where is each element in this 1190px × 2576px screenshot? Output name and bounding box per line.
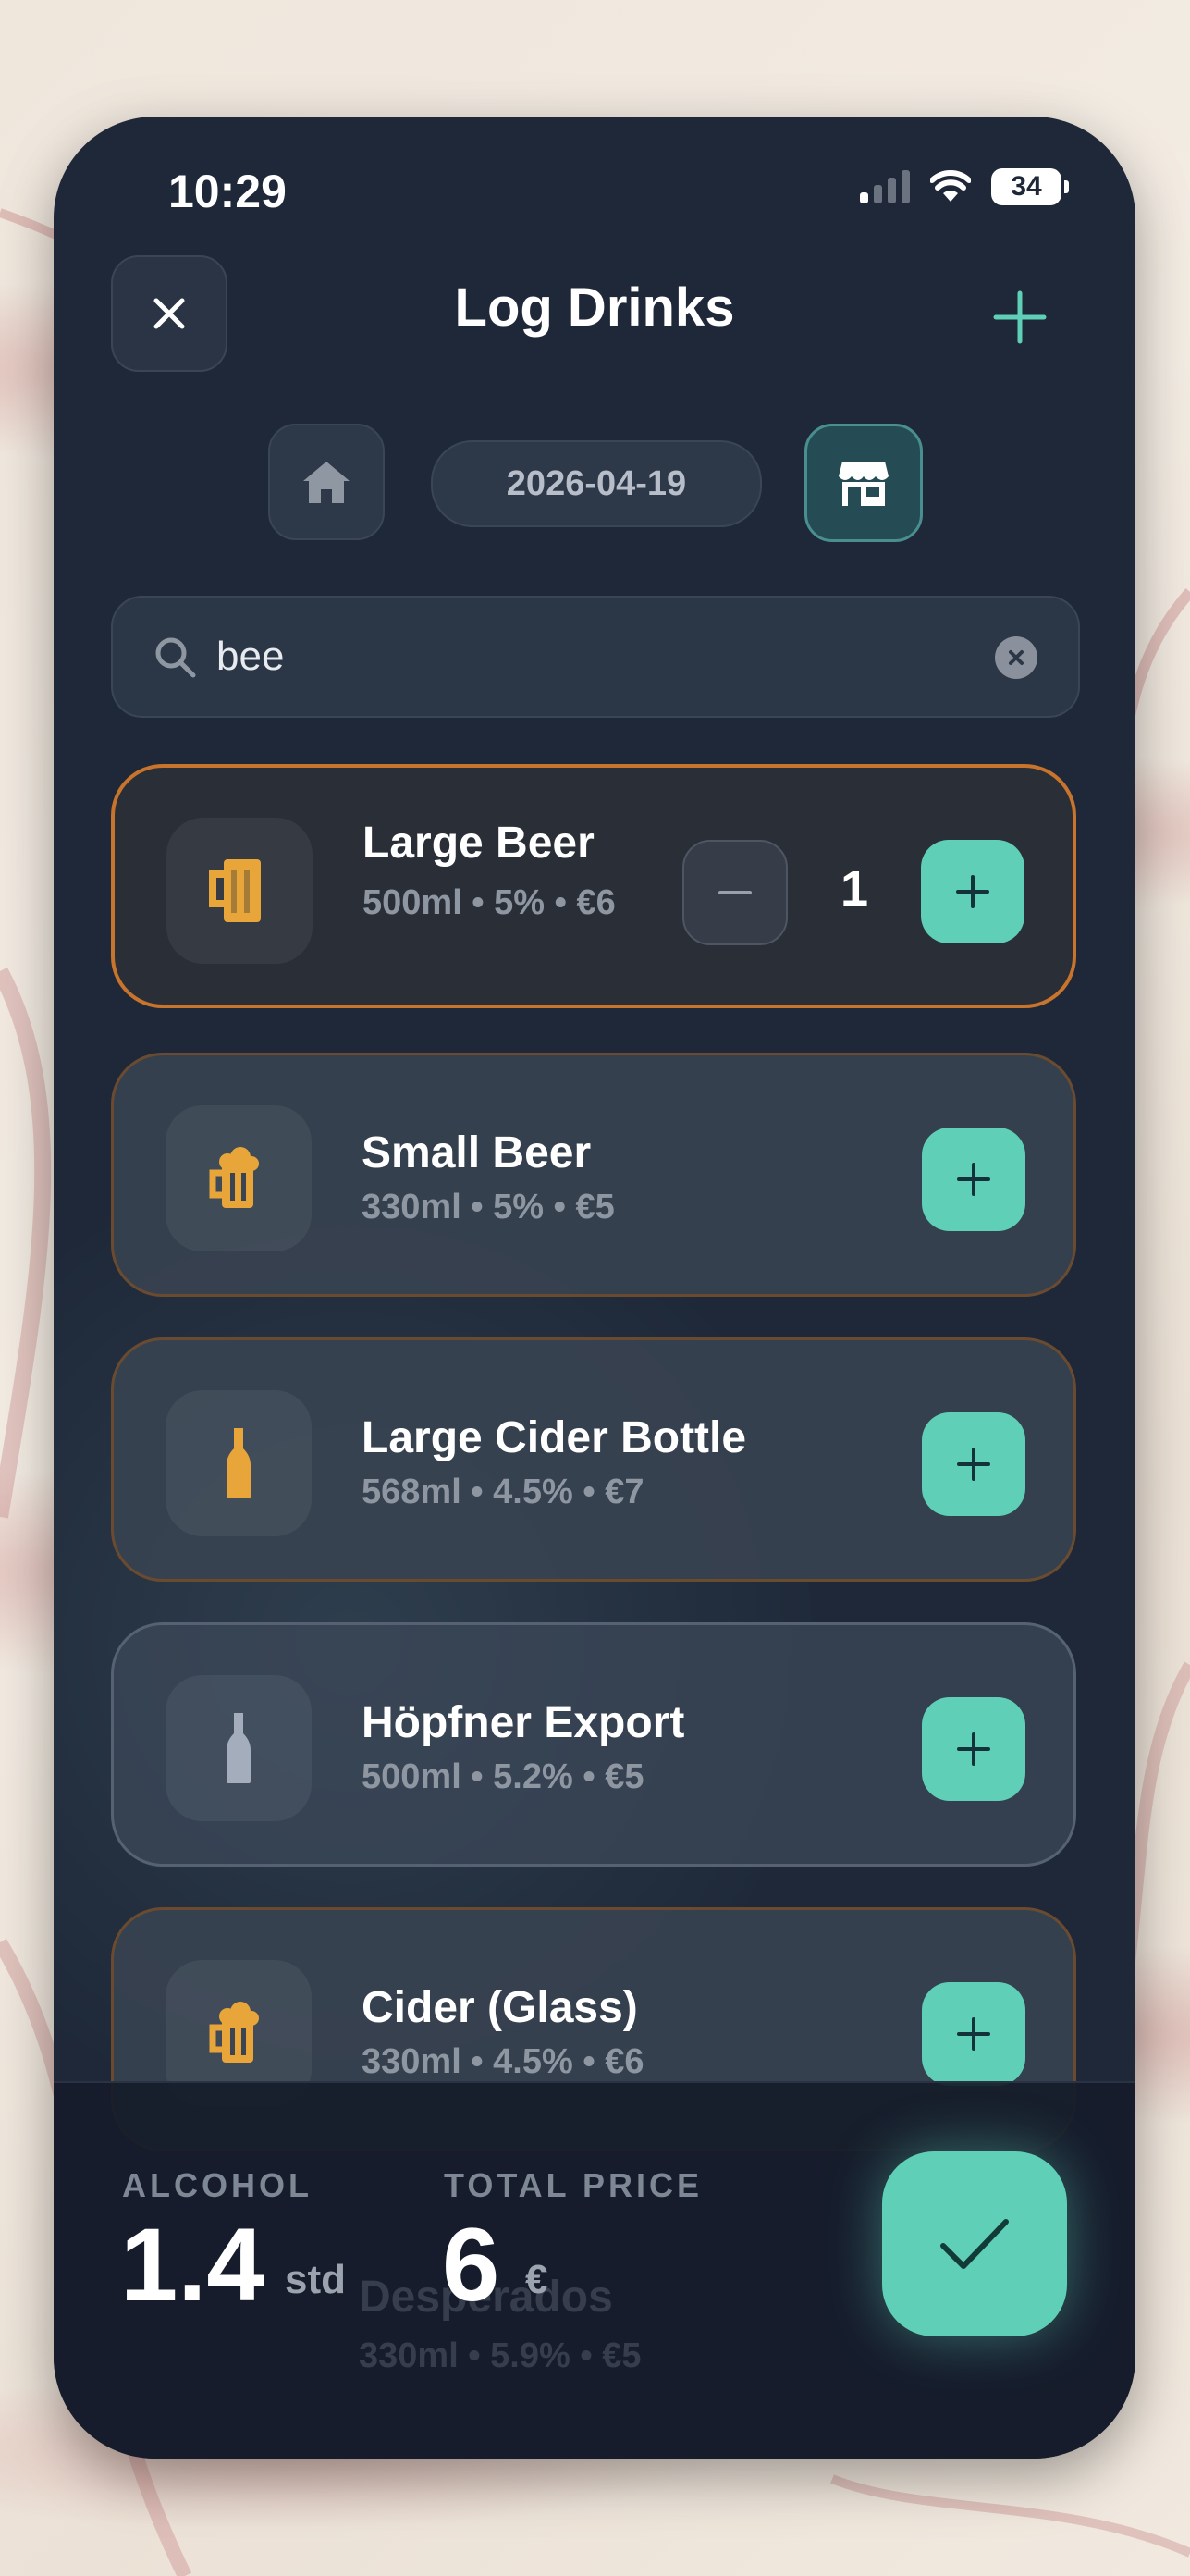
home-location-button[interactable] [268, 424, 385, 540]
add-drink-plus-button[interactable] [922, 1412, 1025, 1516]
increase-quantity-button[interactable] [921, 840, 1024, 943]
page-title: Log Drinks [454, 277, 735, 338]
store-icon [839, 462, 889, 506]
plus-icon [957, 1732, 990, 1766]
drink-name: Large Cider Bottle [362, 1413, 747, 1462]
total-price-label: TOTAL PRICE [444, 2166, 704, 2204]
total-price-unit: € [525, 2257, 548, 2302]
status-icons: 34 [860, 168, 1069, 205]
search-bar [111, 596, 1080, 718]
alcohol-label: ALCOHOL [122, 2166, 313, 2204]
add-drink-plus-button[interactable] [922, 1128, 1025, 1231]
search-icon [155, 637, 196, 678]
clear-search-button[interactable] [995, 636, 1037, 679]
foamy-beer-mug-icon [209, 2002, 259, 2063]
drink-item-large-beer[interactable]: Large Beer 500ml • 5% • €6 1 [111, 764, 1076, 1008]
quantity-value: 1 [840, 861, 869, 917]
clear-icon [1009, 650, 1024, 665]
phone-screen: 10:29 34 Log Drinks 2026-04-19 bee Large… [54, 117, 1135, 2459]
drink-details: 500ml • 5% • €6 [362, 883, 616, 922]
alcohol-unit: std [285, 2257, 346, 2302]
alcohol-value: 1.4 [120, 2207, 264, 2323]
plus-icon [956, 875, 989, 908]
battery-icon: 34 [991, 168, 1069, 205]
foamy-beer-mug-icon [209, 1147, 259, 1208]
drink-item-hopfner-export[interactable]: Höpfner Export 500ml • 5.2% • €5 [111, 1622, 1076, 1867]
plus-icon [957, 1163, 990, 1196]
minus-icon [718, 891, 752, 894]
signal-icon [860, 170, 910, 203]
drink-details: 330ml • 4.5% • €6 [362, 2042, 644, 2081]
drink-item-large-cider-bottle[interactable]: Large Cider Bottle 568ml • 4.5% • €7 [111, 1337, 1076, 1582]
drink-details-behind-bar: 330ml • 5.9% • €5 [359, 2336, 642, 2375]
decrease-quantity-button[interactable] [682, 840, 788, 945]
date-selector[interactable]: 2026-04-19 [431, 440, 762, 527]
wifi-icon [930, 170, 971, 202]
drink-details: 500ml • 5.2% • €5 [362, 1757, 644, 1796]
venue-location-button[interactable] [804, 424, 923, 542]
search-input[interactable] [215, 633, 958, 681]
bottle-icon [227, 1428, 251, 1498]
add-drink-plus-button[interactable] [922, 1697, 1025, 1801]
status-time: 10:29 [168, 166, 287, 217]
drink-icon-container [166, 818, 313, 964]
beer-mug-icon [209, 859, 261, 922]
plus-icon [957, 1448, 990, 1481]
drink-icon-container [166, 1105, 312, 1251]
checkmark-icon [940, 2219, 1009, 2269]
drink-name: Small Beer [362, 1128, 592, 1177]
total-price-value: 6 [442, 2207, 500, 2323]
drink-name: Large Beer [362, 819, 595, 868]
drink-name: Höpfner Export [362, 1698, 685, 1747]
add-drink-button[interactable] [981, 278, 1059, 356]
drink-name: Cider (Glass) [362, 1983, 638, 2032]
plus-icon [993, 290, 1047, 344]
drink-details: 330ml • 5% • €5 [362, 1188, 615, 1226]
add-drink-plus-button[interactable] [922, 1982, 1025, 2086]
drink-icon-container [166, 1390, 312, 1536]
home-icon [303, 462, 350, 503]
bottle-icon [227, 1713, 251, 1783]
drink-icon-container [166, 1675, 312, 1821]
drink-item-small-beer[interactable]: Small Beer 330ml • 5% • €5 [111, 1053, 1076, 1297]
confirm-button[interactable] [882, 2151, 1067, 2336]
drink-details: 568ml • 4.5% • €7 [362, 1473, 644, 1511]
plus-icon [957, 2017, 990, 2051]
